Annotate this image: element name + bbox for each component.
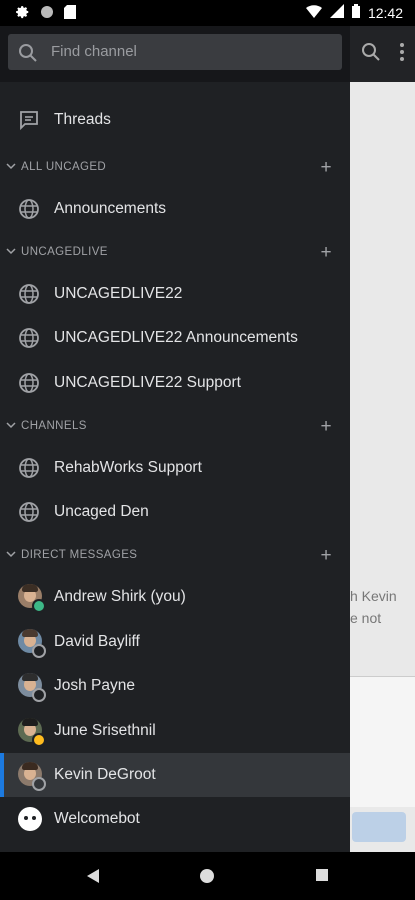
channel-label: Announcements	[54, 200, 167, 217]
search-placeholder: Find channel	[51, 43, 137, 60]
channel-label: UNCAGEDLIVE22	[54, 285, 183, 302]
threads-item[interactable]: Threads	[0, 98, 350, 142]
globe-icon	[18, 283, 40, 305]
add-channel-icon[interactable]: +	[321, 417, 333, 436]
globe-icon	[18, 198, 40, 220]
home-icon[interactable]	[199, 868, 215, 889]
dm-item[interactable]: June Srisethnil	[0, 709, 350, 753]
status-icons-left	[16, 5, 76, 24]
more-vertical-icon[interactable]	[399, 42, 405, 67]
threads-label: Threads	[54, 111, 111, 128]
wifi-icon	[305, 4, 322, 21]
battery-icon	[351, 4, 360, 21]
chevron-down-icon	[6, 420, 16, 433]
section-title: ALL UNCAGED	[21, 161, 107, 173]
dm-label: Kevin DeGroot	[54, 766, 156, 783]
channel-item[interactable]: Announcements	[0, 187, 350, 231]
recents-icon[interactable]	[315, 868, 329, 887]
circle-icon	[40, 5, 54, 24]
channel-item[interactable]: UNCAGEDLIVE22 Support	[0, 361, 350, 405]
add-channel-icon[interactable]: +	[321, 158, 333, 177]
find-channel-input[interactable]: Find channel	[8, 34, 342, 70]
add-channel-icon[interactable]: +	[321, 243, 333, 262]
header-search-icon[interactable]	[361, 42, 381, 67]
search-bar: Find channel	[0, 26, 350, 82]
dm-item[interactable]: Welcomebot	[0, 797, 350, 841]
background-compose-area	[350, 676, 415, 807]
sd-card-icon	[64, 5, 76, 24]
online-status-icon	[32, 599, 46, 613]
background-message-line: e not	[350, 610, 382, 626]
background-send-button	[352, 812, 406, 842]
bot-avatar-icon	[18, 807, 42, 831]
globe-icon	[18, 501, 40, 523]
channel-item[interactable]: UNCAGEDLIVE22	[0, 272, 350, 316]
signal-icon	[329, 4, 344, 21]
offline-status-icon	[32, 688, 46, 702]
dm-item[interactable]: David Bayliff	[0, 620, 350, 664]
channel-drawer: Find channel Threads ALL UNCAGED + Annou…	[0, 26, 350, 852]
chevron-down-icon	[6, 246, 16, 259]
status-bar: 12:42	[0, 0, 415, 26]
system-navigation-bar	[0, 852, 415, 900]
channel-label: Uncaged Den	[54, 503, 149, 520]
dm-label: Welcomebot	[54, 810, 140, 827]
add-direct-message-icon[interactable]: +	[321, 546, 333, 565]
channel-label: RehabWorks Support	[54, 459, 202, 476]
dm-label: June Srisethnil	[54, 722, 156, 739]
section-channels[interactable]: CHANNELS +	[0, 411, 350, 441]
background-message-line: h Kevin	[350, 588, 397, 604]
offline-status-icon	[32, 644, 46, 658]
section-title: DIRECT MESSAGES	[21, 549, 138, 561]
dm-item[interactable]: Josh Payne	[0, 664, 350, 708]
back-icon[interactable]	[86, 868, 100, 889]
section-uncagedlive[interactable]: UNCAGEDLIVE +	[0, 237, 350, 267]
channel-item[interactable]: Uncaged Den	[0, 490, 350, 534]
dm-item-active[interactable]: Kevin DeGroot	[0, 753, 350, 797]
chevron-down-icon	[6, 161, 16, 174]
chevron-down-icon	[6, 549, 16, 562]
channel-item[interactable]: UNCAGEDLIVE22 Announcements	[0, 316, 350, 360]
away-status-icon	[32, 733, 46, 747]
globe-icon	[18, 327, 40, 349]
section-direct-messages[interactable]: DIRECT MESSAGES +	[0, 540, 350, 570]
channel-item[interactable]: RehabWorks Support	[0, 446, 350, 490]
clock-time: 12:42	[367, 4, 403, 21]
dm-label: Andrew Shirk (you)	[54, 588, 186, 605]
offline-status-icon	[32, 777, 46, 791]
section-all-uncaged[interactable]: ALL UNCAGED +	[0, 152, 350, 182]
background-message: h Kevin e not	[350, 585, 415, 629]
dm-item[interactable]: Andrew Shirk (you)	[0, 575, 350, 619]
threads-icon	[18, 109, 40, 131]
channel-label: UNCAGEDLIVE22 Announcements	[54, 329, 298, 346]
dm-label: David Bayliff	[54, 633, 140, 650]
channel-label: UNCAGEDLIVE22 Support	[54, 374, 241, 391]
globe-icon	[18, 372, 40, 394]
dm-label: Josh Payne	[54, 677, 135, 694]
search-icon	[18, 43, 38, 68]
section-title: UNCAGEDLIVE	[21, 246, 108, 258]
settings-gear-icon	[16, 5, 30, 24]
globe-icon	[18, 457, 40, 479]
status-icons-right: 12:42	[305, 4, 403, 21]
section-title: CHANNELS	[21, 420, 87, 432]
